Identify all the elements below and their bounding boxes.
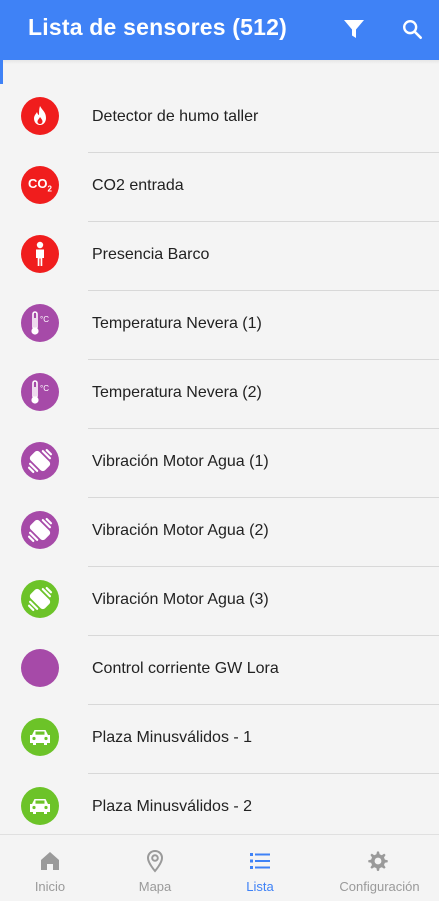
- sensor-name: Control corriente GW Lora: [92, 660, 279, 677]
- sensor-name: Plaza Minusválidos - 1: [92, 729, 253, 746]
- filter-icon[interactable]: [342, 17, 366, 41]
- sensor-car-icon: [21, 718, 59, 756]
- sensor-name: Temperatura Nevera (1): [92, 315, 262, 332]
- sensor-co2-icon: CO2: [21, 166, 59, 204]
- sensor-list-item[interactable]: Vibración Motor Agua (2): [0, 498, 439, 567]
- nav-configuracin[interactable]: Configuración: [320, 835, 439, 901]
- nav-label: Mapa: [138, 879, 172, 894]
- sensor-name: Detector de humo taller: [92, 108, 259, 125]
- sensor-vibration-icon: [21, 511, 59, 549]
- list-icon: [248, 849, 272, 873]
- sensor-name: Vibración Motor Agua (2): [92, 522, 269, 539]
- sensor-list-item[interactable]: Vibración Motor Agua (3): [0, 567, 439, 636]
- bottom-navigation: Inicio Mapa Lista Configuración: [0, 834, 439, 901]
- temp-unit: °C: [40, 384, 49, 393]
- co2-icon-text: CO2: [28, 176, 52, 194]
- scroll-accent: [0, 60, 3, 84]
- sensor-list-item[interactable]: Plaza Minusválidos - 1: [0, 705, 439, 774]
- sensor-name: Presencia Barco: [92, 246, 210, 263]
- sensor-name: Vibración Motor Agua (1): [92, 453, 269, 470]
- sensor-list-item[interactable]: Control corriente GW Lora: [0, 636, 439, 705]
- nav-inicio[interactable]: Inicio: [0, 835, 100, 901]
- sensor-list: Detector de humo taller CO2 CO2 entrada Pre…: [0, 84, 439, 843]
- sensor-status-dot: [21, 649, 59, 687]
- sensor-list-item[interactable]: CO2 CO2 entrada: [0, 153, 439, 222]
- sensor-fire-icon: [21, 97, 59, 135]
- sensor-list-item[interactable]: Detector de humo taller: [0, 84, 439, 153]
- sensor-thermometer-icon: °C: [21, 304, 59, 342]
- sensor-vibration-icon: [21, 442, 59, 480]
- gear-icon: [366, 849, 390, 873]
- nav-label: Inicio: [34, 879, 66, 894]
- sensor-list-item[interactable]: Vibración Motor Agua (1): [0, 429, 439, 498]
- sensor-name: Vibración Motor Agua (3): [92, 591, 269, 608]
- home-icon: [38, 849, 62, 873]
- nav-label: Lista: [246, 879, 274, 894]
- sensor-car-icon: [21, 787, 59, 825]
- nav-label: Configuración: [339, 879, 420, 894]
- sensor-name: Temperatura Nevera (2): [92, 384, 262, 401]
- sensor-thermometer-icon: °C: [21, 373, 59, 411]
- app-bar: Lista de sensores (512): [0, 0, 439, 60]
- nav-mapa[interactable]: Mapa: [105, 835, 205, 901]
- sensor-list-item[interactable]: °C Temperatura Nevera (2): [0, 360, 439, 429]
- sensor-person-icon: [21, 235, 59, 273]
- sensor-name: CO2 entrada: [92, 177, 184, 194]
- sensor-list-item[interactable]: Presencia Barco: [0, 222, 439, 291]
- sensor-list-item[interactable]: °C Temperatura Nevera (1): [0, 291, 439, 360]
- sensor-name: Plaza Minusválidos - 2: [92, 798, 253, 815]
- sensor-vibration-icon: [21, 580, 59, 618]
- search-icon[interactable]: [401, 18, 423, 40]
- sensor-list-item[interactable]: Plaza Minusválidos - 2: [0, 774, 439, 843]
- nav-lista[interactable]: Lista: [210, 835, 310, 901]
- temp-unit: °C: [40, 315, 49, 324]
- map-pin-icon: [143, 849, 167, 873]
- page-title: Lista de sensores (512): [28, 14, 287, 40]
- app-bar-shadow: [0, 60, 439, 64]
